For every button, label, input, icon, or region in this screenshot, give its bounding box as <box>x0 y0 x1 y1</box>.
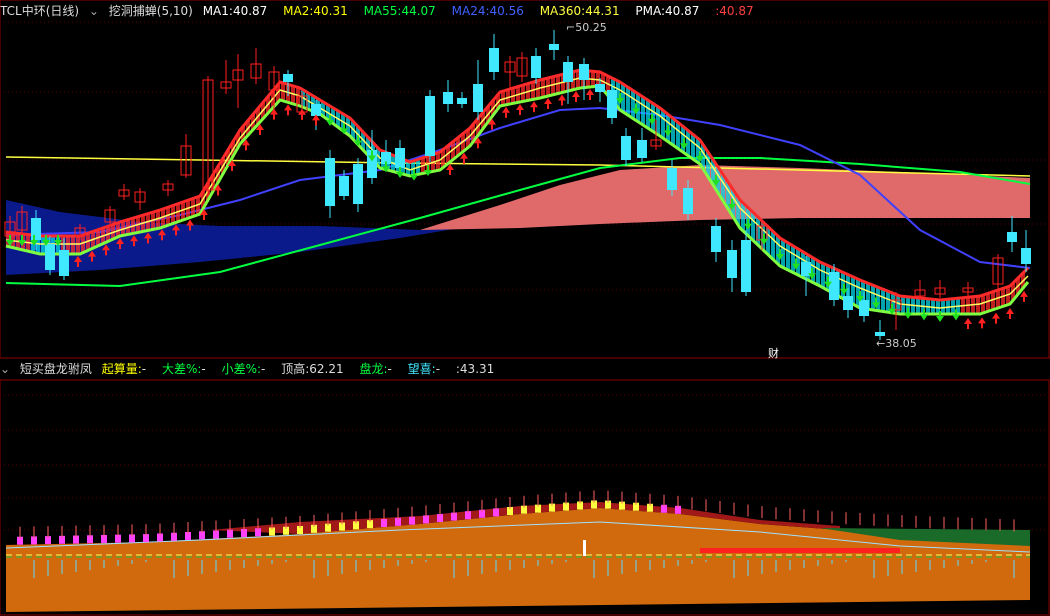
candle-body <box>1021 248 1031 264</box>
dinggao-value: 62.21 <box>309 362 344 376</box>
xiaocha-value: - <box>261 362 266 376</box>
sub-red-band <box>700 548 900 553</box>
candle-body <box>531 56 541 78</box>
candle-body <box>549 44 559 50</box>
candle-body <box>457 98 467 104</box>
candle-body <box>325 158 335 206</box>
dinggao-label: 顶高: <box>281 362 310 376</box>
sub-header: ⌄ 短买盘龙驸凤 起算量:- 大差%:- 小差%:- 顶高:62.21 盘龙:-… <box>0 360 506 378</box>
candle-body <box>339 176 349 196</box>
candle-body <box>595 84 605 92</box>
candle-body <box>443 92 453 104</box>
candle-body <box>741 240 751 292</box>
candle-body <box>563 62 573 82</box>
candle-body <box>31 218 41 240</box>
buy-arrow-icon <box>964 318 972 324</box>
candle-body <box>425 96 435 156</box>
buy-arrow-icon <box>572 91 580 97</box>
sell-arrow-icon <box>744 223 752 230</box>
sell-arrow-icon <box>936 316 944 322</box>
candle-body <box>59 250 69 276</box>
buy-arrow-icon <box>558 94 566 101</box>
kline-chart[interactable] <box>0 0 1050 616</box>
low-price-label: ←38.05 <box>876 337 917 350</box>
sub-indicator-title[interactable]: 短买盘龙驸凤 <box>20 362 92 376</box>
candle-body <box>667 168 677 190</box>
buy-arrow-icon <box>992 312 1000 319</box>
buy-arrow-icon <box>544 98 552 104</box>
buy-arrow-icon <box>502 106 510 113</box>
candle-body <box>579 64 589 80</box>
candle-body <box>683 188 693 214</box>
candle-body <box>621 136 631 160</box>
sub-indicator-arrow-icon[interactable]: ⌄ <box>0 362 10 376</box>
candle-body <box>875 332 885 336</box>
sell-arrow-icon <box>952 314 960 321</box>
candle-body <box>711 226 721 252</box>
sub-white-marker <box>583 540 586 556</box>
dacha-value: - <box>201 362 206 376</box>
sell-arrow-icon <box>920 314 928 321</box>
sell-arrow-icon <box>664 130 672 137</box>
candle-body <box>395 148 405 168</box>
wangxi-value: - <box>435 362 441 376</box>
buy-arrow-icon <box>530 101 538 108</box>
finance-marker[interactable]: 财 <box>768 345 779 361</box>
buy-arrow-icon <box>516 104 524 110</box>
candle-body <box>727 250 737 278</box>
panlong-value: - <box>387 362 392 376</box>
candle-body <box>283 74 293 82</box>
qisuanliang-label: 起算量: <box>101 362 142 376</box>
candle-body <box>607 90 617 118</box>
qisuanliang-value: - <box>141 362 147 376</box>
high-price-label: ⌐50.25 <box>566 21 607 34</box>
candle-body <box>311 104 321 116</box>
sell-arrow-icon <box>410 174 418 181</box>
candle-body <box>353 164 363 204</box>
buy-arrow-icon <box>1006 308 1014 314</box>
xiaocha-label: 小差%: <box>221 362 262 376</box>
buy-arrow-icon <box>284 104 292 111</box>
candle-body <box>637 140 647 158</box>
panlong-label: 盘龙: <box>359 362 388 376</box>
candle-body <box>843 296 853 310</box>
buy-arrow-icon <box>186 219 194 226</box>
dacha-label: 大差%: <box>161 362 202 376</box>
candle-body <box>859 300 869 316</box>
sell-arrow-icon <box>904 312 912 319</box>
candle-body <box>473 84 483 112</box>
wangxi-label: 望喜: <box>407 362 436 376</box>
candle-body <box>1007 232 1017 242</box>
candle-body <box>45 244 55 270</box>
buy-arrow-icon <box>978 317 986 324</box>
candle-body <box>829 272 839 300</box>
candle-body <box>489 48 499 72</box>
extra2-value: 43.31 <box>459 362 495 376</box>
